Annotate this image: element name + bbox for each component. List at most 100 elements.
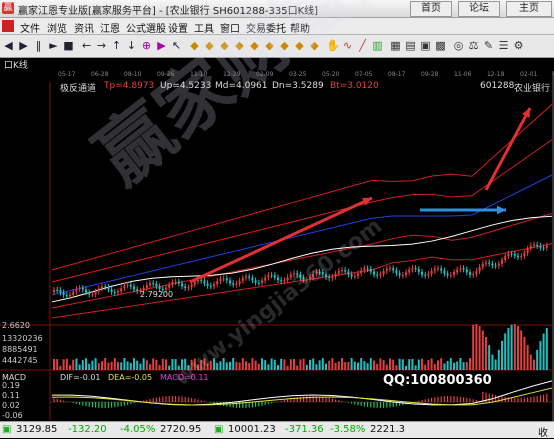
forum-button[interactable]: 论坛 <box>458 1 500 17</box>
volume-bar <box>149 364 151 370</box>
volume-bar <box>542 333 545 370</box>
volume-bar <box>168 365 171 370</box>
menu-settings[interactable]: 设置 <box>168 20 188 35</box>
menu-news[interactable]: 资讯 <box>74 20 94 35</box>
volume-bar <box>113 358 116 370</box>
menu-trade[interactable]: 交易委托 <box>246 20 286 35</box>
candle-body <box>280 280 283 282</box>
candle-body <box>277 277 279 281</box>
candle-body <box>97 288 100 292</box>
settings-icon[interactable]: ⚙ <box>512 39 525 52</box>
candle-body <box>203 280 206 284</box>
md-value: Md=4.0961 <box>215 81 268 91</box>
diamond-icon[interactable]: ◆ <box>233 39 246 52</box>
diamond-icon[interactable]: ◆ <box>218 39 231 52</box>
report-icon[interactable]: ☰ <box>497 39 510 52</box>
main-page-button[interactable]: 主页 <box>506 1 552 17</box>
diamond-icon[interactable]: ◆ <box>278 39 291 52</box>
compass-icon[interactable]: ◎ <box>452 39 465 52</box>
candle-body <box>209 285 212 287</box>
candle-body <box>401 274 404 276</box>
menu-window[interactable]: 窗口 <box>220 20 240 35</box>
diamond-icon[interactable]: ◆ <box>308 39 321 52</box>
date-tick: 09-28 <box>421 71 439 78</box>
diamond-icon[interactable]: ◆ <box>188 39 201 52</box>
table-icon[interactable]: ▤ <box>404 39 417 52</box>
curve-icon[interactable]: ∿ <box>341 39 354 52</box>
menu-formula[interactable]: 公式選股 <box>126 20 166 35</box>
kline-chart[interactable] <box>0 70 554 420</box>
arrow-right-icon[interactable]: → <box>95 39 108 52</box>
candle-body <box>331 276 334 279</box>
volume-bar <box>488 345 491 370</box>
candle-body <box>62 292 65 296</box>
volume-bar <box>353 361 356 370</box>
candle-body <box>520 256 523 258</box>
volume-bar <box>88 363 91 370</box>
macd-dif: DIF=-0.01 <box>60 373 101 382</box>
menu-gann[interactable]: 江恩 <box>100 20 120 35</box>
menu-file[interactable]: 文件 <box>20 20 40 35</box>
play-icon[interactable]: ► <box>47 39 60 52</box>
window-icon[interactable]: ▣ <box>419 39 432 52</box>
menu-help[interactable]: 帮助 <box>290 20 310 35</box>
bar-chart-icon[interactable]: ▥ <box>371 39 384 52</box>
volume-bar <box>277 365 279 370</box>
volume-bar <box>363 361 366 370</box>
volume-bar <box>513 324 516 370</box>
arrow-down-icon[interactable]: ↓ <box>125 39 138 52</box>
volume-bar <box>318 360 321 370</box>
menu-browse[interactable]: 浏览 <box>47 20 67 35</box>
toolbar: ◀ ▶ ‖ ► ■ ← → ↑ ↓ ⊕ ▶ ↖ ◆ ◆ ◆ ◆ ◆ ◆ ◆ ◆ … <box>0 35 554 58</box>
index2-change: -371.36 <box>285 424 324 435</box>
calendar-icon[interactable]: ▩ <box>434 39 447 52</box>
back-icon[interactable]: ◀ <box>2 39 15 52</box>
home-button[interactable]: 首页 <box>410 1 452 17</box>
candle-body <box>542 247 545 249</box>
candle-body <box>136 289 139 292</box>
status-icon-2: ▣ <box>214 424 224 435</box>
index-change: -132.20 <box>68 424 107 435</box>
diamond-icon[interactable]: ◆ <box>263 39 276 52</box>
diamond-icon[interactable]: ◆ <box>248 39 261 52</box>
arrow-up-icon[interactable]: ↑ <box>110 39 123 52</box>
diamond-icon[interactable]: ◆ <box>203 39 216 52</box>
volume-bar <box>440 358 443 370</box>
scale-icon[interactable]: ⚖ <box>467 39 480 52</box>
volume-bar <box>369 358 372 370</box>
candle-body <box>225 278 228 281</box>
candle-body <box>65 295 68 297</box>
volume-bar <box>257 363 260 370</box>
cursor-icon[interactable]: ↖ <box>170 39 183 52</box>
zoom-in-icon[interactable]: ⊕ <box>140 39 153 52</box>
tp-value: Tp=4.8973 <box>104 81 155 91</box>
stop-icon[interactable]: ■ <box>62 39 75 52</box>
candle-body <box>113 291 116 293</box>
tools-icon[interactable]: ✎ <box>482 39 495 52</box>
candle-body <box>238 280 241 284</box>
volume-bar <box>305 364 308 370</box>
price-axis-min: 2.6620 <box>2 321 30 330</box>
chart-icon[interactable]: ╱ <box>356 39 369 52</box>
volume-axis-label: 13320236 <box>2 334 43 343</box>
zoom-out-icon[interactable]: ▶ <box>155 39 168 52</box>
candle-body <box>78 288 81 290</box>
date-axis-row: 口K线 <box>0 58 554 71</box>
volume-bar <box>414 365 417 370</box>
volume-axis-label: 8885491 <box>2 345 38 354</box>
arrow-left-icon[interactable]: ← <box>80 39 93 52</box>
grid-icon[interactable]: ▦ <box>389 39 402 52</box>
forward-icon[interactable]: ▶ <box>17 39 30 52</box>
pause-icon[interactable]: ‖ <box>32 39 45 52</box>
menu-tools[interactable]: 工具 <box>194 20 214 35</box>
hand-icon[interactable]: ✋ <box>326 39 340 52</box>
candle-body <box>257 282 260 284</box>
volume-bar <box>328 360 331 370</box>
volume-bar <box>510 324 513 370</box>
macd-axis-label: 0.02 <box>2 401 20 410</box>
volume-bar <box>104 358 107 370</box>
candle-body <box>526 248 529 253</box>
candle-body <box>385 268 388 272</box>
diamond-icon[interactable]: ◆ <box>293 39 306 52</box>
candle-body <box>347 271 350 275</box>
